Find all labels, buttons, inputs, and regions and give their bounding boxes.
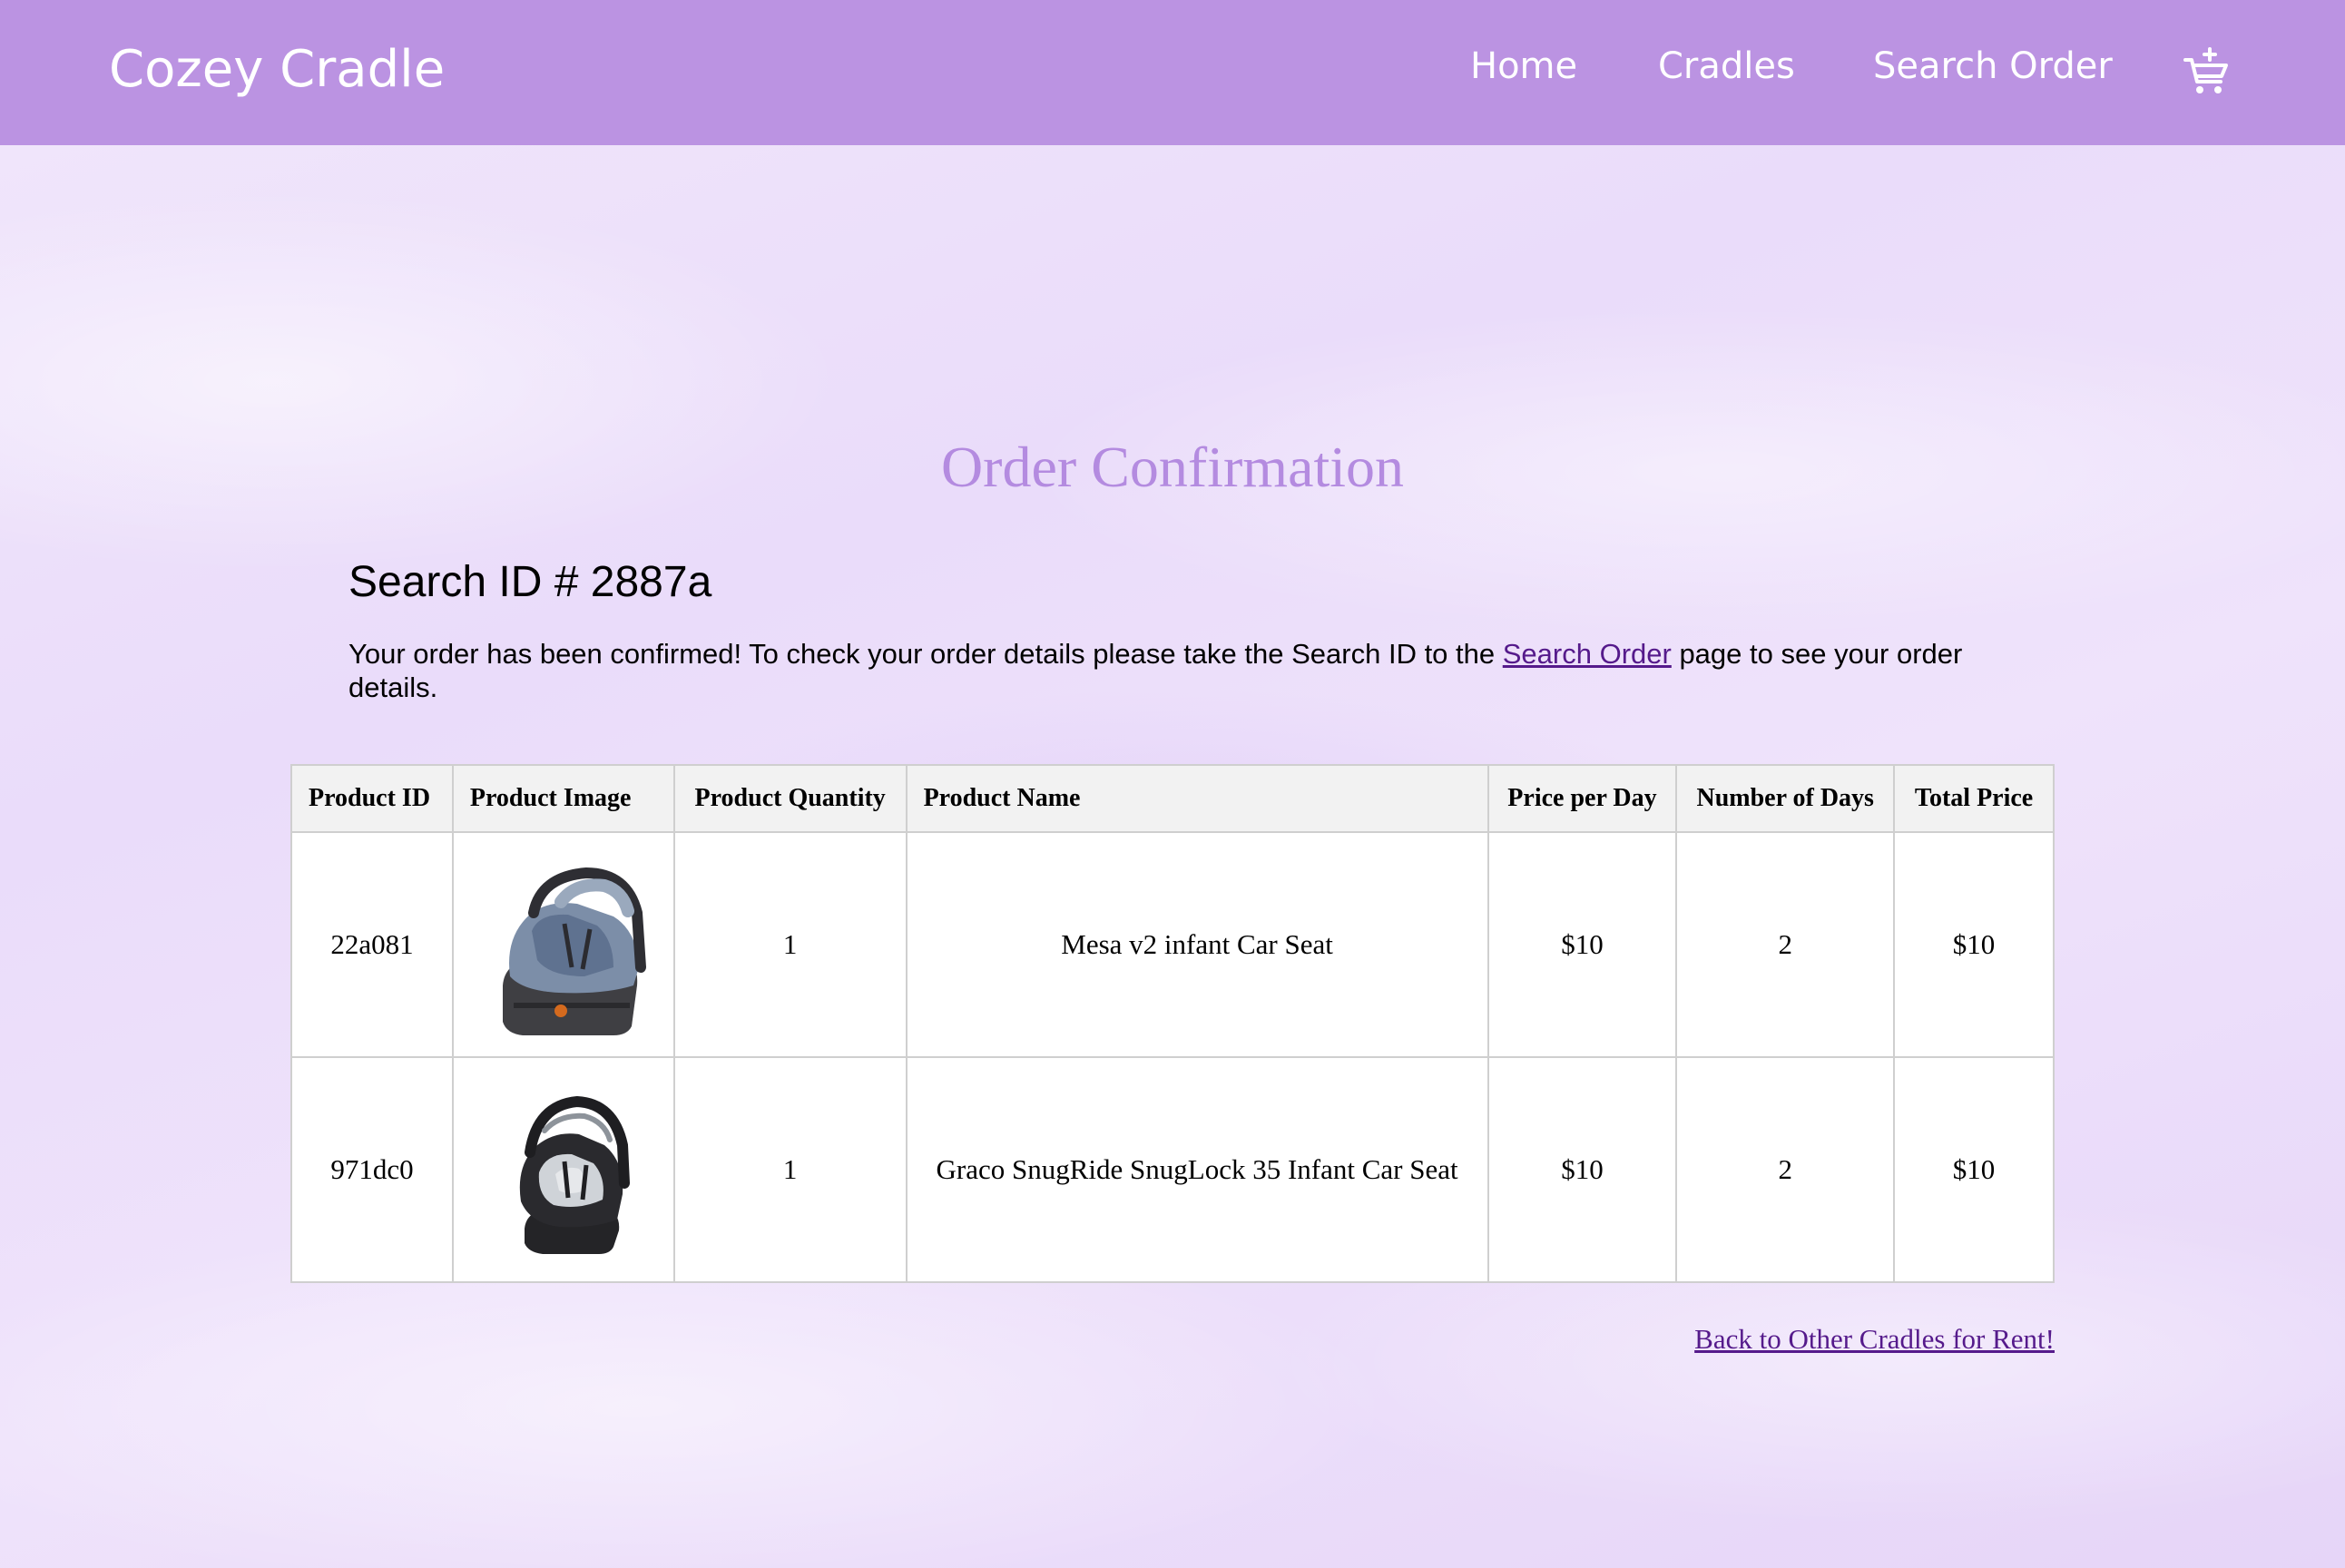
cart-plus-icon[interactable] — [2183, 47, 2229, 96]
product-id-cell: 22a081 — [290, 831, 454, 1058]
number-of-days-cell: 2 — [1675, 831, 1896, 1058]
message-text-before: Your order has been confirmed! To check … — [348, 638, 1503, 670]
product-image-cell — [451, 1056, 675, 1283]
column-header-quantity: Product Quantity — [672, 764, 908, 833]
column-header-number-of-days: Number of Days — [1675, 764, 1896, 833]
infant-car-seat-black-image — [519, 1095, 630, 1254]
table-header-row: Product ID Product Image Product Quantit… — [290, 764, 2055, 833]
product-name-cell: Mesa v2 infant Car Seat — [905, 831, 1489, 1058]
column-header-product-image: Product Image — [451, 764, 675, 833]
column-header-total-price: Total Price — [1893, 764, 2055, 833]
nav-home[interactable]: Home — [1470, 45, 1577, 87]
nav-cradles[interactable]: Cradles — [1658, 45, 1795, 87]
product-name-cell: Graco SnugRide SnugLock 35 Infant Car Se… — [905, 1056, 1489, 1283]
page-title: Order Confirmation — [940, 435, 1405, 499]
table-row: 22a081 1 Mesa v2 infant Car Seat $10 2 $… — [290, 831, 2055, 1058]
total-price-cell: $10 — [1893, 1056, 2055, 1283]
search-order-link[interactable]: Search Order — [1503, 638, 1672, 670]
product-id-cell: 971dc0 — [290, 1056, 454, 1283]
table-row: 971dc0 1 Graco SnugRide SnugLock 35 Infa… — [290, 1056, 2055, 1283]
confirmation-message: Your order has been confirmed! To check … — [348, 637, 1964, 704]
infant-car-seat-gray-image — [502, 867, 646, 1035]
nav-search-order[interactable]: Search Order — [1873, 45, 2113, 87]
order-table: Product ID Product Image Product Quantit… — [290, 764, 2055, 1283]
top-navbar: Cozey Cradle Home Cradles Search Order — [0, 0, 2345, 145]
number-of-days-cell: 2 — [1675, 1056, 1896, 1283]
total-price-cell: $10 — [1893, 831, 2055, 1058]
quantity-cell: 1 — [672, 1056, 908, 1283]
quantity-cell: 1 — [672, 831, 908, 1058]
column-header-product-name: Product Name — [905, 764, 1489, 833]
brand-logo-text[interactable]: Cozey Cradle — [109, 40, 445, 99]
price-per-day-cell: $10 — [1486, 831, 1678, 1058]
column-header-price-per-day: Price per Day — [1486, 764, 1678, 833]
search-id-heading: Search ID # 2887a — [348, 558, 712, 606]
back-to-cradles-link[interactable]: Back to Other Cradles for Rent! — [1694, 1323, 2055, 1356]
column-header-product-id: Product ID — [290, 764, 454, 833]
price-per-day-cell: $10 — [1486, 1056, 1678, 1283]
product-image-cell — [451, 831, 675, 1058]
